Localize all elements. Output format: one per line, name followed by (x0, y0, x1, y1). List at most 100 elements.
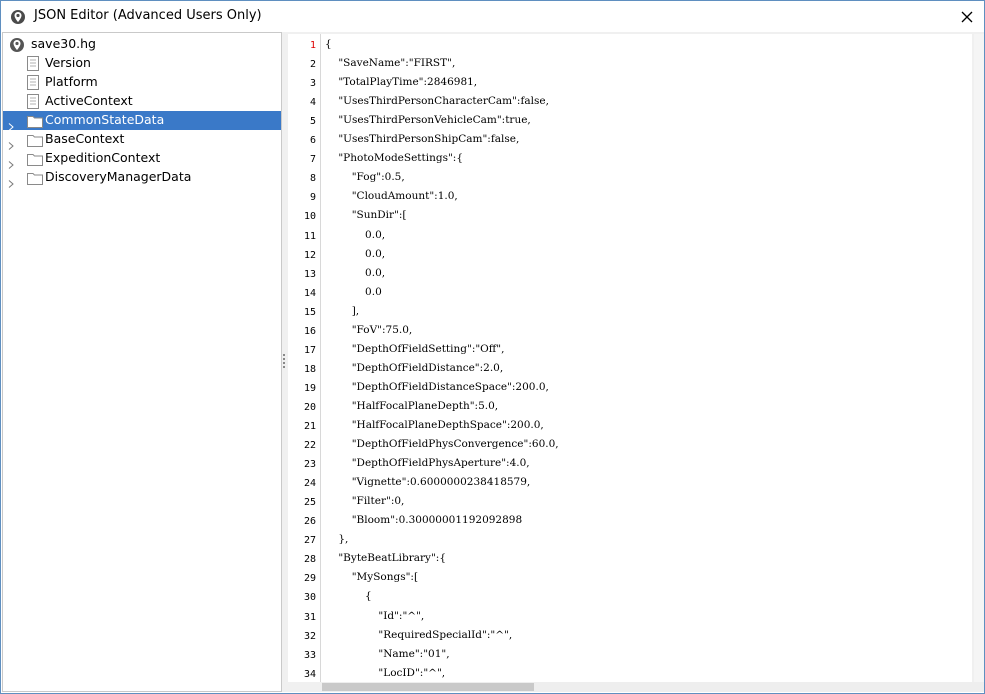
code-line[interactable]: "MySongs":[ (325, 571, 418, 583)
expand-arrow-icon[interactable] (7, 135, 15, 150)
horizontal-scrollbar[interactable] (322, 682, 984, 692)
code-line[interactable]: { (325, 38, 332, 50)
code-line[interactable]: "HalfFocalPlaneDepth":5.0, (325, 400, 498, 412)
line-number: 12 (303, 249, 316, 261)
line-number: 9 (309, 192, 316, 204)
code-line[interactable]: ], (325, 305, 359, 317)
line-number: 14 (303, 287, 316, 299)
tree-item-label: Version (45, 55, 91, 70)
code-line[interactable]: 0.0, (325, 248, 385, 260)
code-line[interactable]: "LocID":"^", (325, 667, 445, 679)
window-title: JSON Editor (Advanced Users Only) (34, 8, 262, 23)
tree-item-platform[interactable]: Platform (3, 73, 281, 92)
line-number: 4 (309, 97, 316, 109)
code-line[interactable]: "UsesThirdPersonVehicleCam":true, (325, 114, 530, 126)
document-icon (27, 56, 43, 71)
save-file-icon (9, 37, 25, 52)
close-icon (961, 11, 972, 22)
code-editor[interactable]: 1 2 3 4 5 6 7 8 9 10 11 12 13 14 15 16 17 18 19 20 21 22 23 24 2… (287, 32, 984, 692)
code-line[interactable]: "Filter":0, (325, 495, 405, 507)
tree-item-basecontext[interactable]: BaseContext (3, 130, 281, 150)
line-number: 1 (309, 40, 316, 51)
code-line[interactable]: "UsesThirdPersonCharacterCam":false, (325, 95, 549, 107)
code-line[interactable]: "SunDir":[ (325, 209, 407, 221)
json-editor-window: JSON Editor (Advanced Users Only) save30… (0, 0, 985, 694)
document-icon (27, 94, 43, 109)
code-line[interactable]: "Bloom":0.30000001192092898 (325, 514, 522, 526)
tree-item-label: ExpeditionContext (45, 150, 161, 165)
tree-item-activecontext[interactable]: ActiveContext (3, 92, 281, 111)
line-number: 29 (303, 573, 316, 585)
line-number: 34 (303, 668, 316, 680)
tree-view[interactable]: save30.hg Version Platform ActiveContext Com… (2, 32, 282, 692)
code-line[interactable]: "Vignette":0.6000000238418579, (325, 476, 531, 488)
line-number: 24 (303, 478, 316, 490)
line-number: 13 (303, 268, 316, 280)
code-line[interactable]: { (325, 590, 372, 602)
line-number: 8 (309, 173, 316, 185)
line-number: 33 (303, 649, 316, 661)
tree-item-save30-hg[interactable]: save30.hg (3, 35, 281, 54)
tree-item-label: ActiveContext (45, 93, 133, 108)
code-line[interactable]: "PhotoModeSettings":{ (325, 152, 463, 164)
code-line[interactable]: "DepthOfFieldSetting":"Off", (325, 343, 505, 355)
code-line[interactable]: "DepthOfFieldDistanceSpace":200.0, (325, 381, 549, 393)
code-line[interactable]: "DepthOfFieldDistance":2.0, (325, 362, 504, 374)
code-line[interactable]: "RequiredSpecialId":"^", (325, 629, 512, 641)
code-line[interactable]: "Fog":0.5, (325, 171, 405, 183)
line-number: 26 (303, 516, 316, 528)
line-number: 5 (309, 116, 316, 128)
tree-item-label: BaseContext (45, 131, 125, 146)
expand-arrow-icon[interactable] (7, 116, 15, 131)
tree-item-commonstatedata[interactable]: CommonStateData (3, 111, 281, 131)
line-number-gutter: 1 2 3 4 5 6 7 8 9 10 11 12 13 14 15 16 17 18 19 20 21 22 23 24 2… (288, 34, 320, 682)
code-line[interactable]: "HalfFocalPlaneDepthSpace":200.0, (325, 419, 544, 431)
close-button[interactable] (949, 1, 984, 32)
line-number: 27 (303, 535, 316, 547)
expand-arrow-icon[interactable] (7, 154, 15, 169)
code-line[interactable]: 0.0, (325, 229, 385, 241)
horizontal-scroll-thumb[interactable] (322, 683, 534, 691)
folder-icon (27, 132, 43, 147)
code-area[interactable]: { "SaveName":"FIRST", "TotalPlayTime":28… (321, 34, 972, 682)
code-line[interactable]: "SaveName":"FIRST", (325, 57, 455, 69)
folder-icon (27, 151, 43, 166)
line-number: 17 (303, 344, 316, 356)
code-line[interactable]: "Id":"^", (325, 610, 424, 622)
line-number: 23 (303, 459, 316, 471)
tree-item-label: CommonStateData (45, 112, 165, 127)
line-number: 28 (303, 554, 316, 566)
code-line[interactable]: "Name":"01", (325, 648, 449, 660)
tree-item-version[interactable]: Version (3, 54, 281, 73)
code-line[interactable]: "FoV":75.0, (325, 324, 413, 336)
code-line[interactable]: "TotalPlayTime":2846981, (325, 76, 477, 88)
code-line[interactable]: 0.0 (325, 286, 382, 298)
tree-item-label: Platform (45, 74, 98, 89)
code-line[interactable]: "DepthOfFieldPhysConvergence":60.0, (325, 438, 559, 450)
line-number: 30 (303, 592, 316, 604)
vertical-scrollbar[interactable] (974, 34, 984, 682)
line-number: 31 (303, 611, 316, 623)
code-line[interactable]: "ByteBeatLibrary":{ (325, 552, 446, 564)
line-number: 2 (309, 59, 316, 71)
line-number: 25 (303, 497, 316, 509)
line-number: 32 (303, 630, 316, 642)
title-bar: JSON Editor (Advanced Users Only) (1, 1, 984, 32)
line-number: 19 (303, 382, 316, 394)
code-line[interactable]: 0.0, (325, 267, 385, 279)
tree-item-expeditioncontext[interactable]: ExpeditionContext (3, 149, 281, 169)
tree-item-label: save30.hg (31, 36, 96, 51)
line-number: 3 (309, 78, 316, 90)
code-line[interactable]: "DepthOfFieldPhysAperture":4.0, (325, 457, 530, 469)
line-number: 6 (309, 135, 316, 147)
line-number: 16 (303, 325, 316, 337)
code-line[interactable]: "UsesThirdPersonShipCam":false, (325, 133, 519, 145)
tree-item-label: DiscoveryManagerData (45, 169, 192, 184)
tree-item-discoverymanagerdata[interactable]: DiscoveryManagerData (3, 168, 281, 188)
expand-arrow-icon[interactable] (7, 173, 15, 188)
code-line[interactable]: "CloudAmount":1.0, (325, 190, 458, 202)
code-line[interactable]: }, (325, 533, 348, 545)
line-number: 7 (309, 154, 316, 166)
app-icon (10, 9, 26, 25)
line-number: 21 (303, 421, 316, 432)
